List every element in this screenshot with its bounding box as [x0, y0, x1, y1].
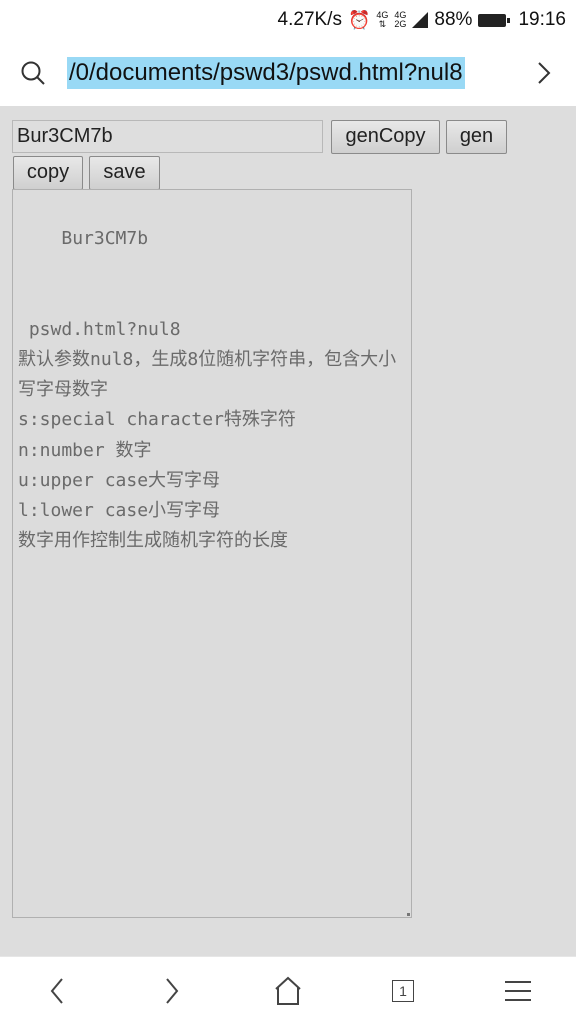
tabs-count: 1 [392, 980, 414, 1002]
forward-icon[interactable] [155, 975, 191, 1007]
tabs-icon[interactable]: 1 [384, 975, 420, 1007]
status-bar: 4.27K/s ⏰ 4G ⇅ 4G 2G 88% 19:16 [0, 0, 576, 40]
clock-time: 19:16 [518, 9, 566, 30]
back-icon[interactable] [40, 975, 76, 1007]
bottom-navigation: 1 [0, 956, 576, 1025]
resize-handle[interactable] [407, 913, 410, 916]
home-icon[interactable] [270, 975, 306, 1007]
network-type-sub: 2G [394, 19, 407, 29]
chevron-right-icon[interactable] [536, 60, 552, 86]
address-bar[interactable]: /0/documents/pswd3/pswd.html?nul8 [0, 40, 576, 106]
battery-icon [478, 13, 511, 27]
gencopy-button[interactable]: genCopy [331, 120, 440, 154]
save-button[interactable]: save [89, 156, 160, 190]
url-text[interactable]: /0/documents/pswd3/pswd.html?nul8 [67, 57, 465, 89]
network-type-indicator-2: 4G 2G [394, 11, 406, 29]
network-type-indicator: 4G ⇅ [376, 11, 388, 29]
output-textarea[interactable]: Bur3CM7b pswd.html?nul8 默认参数nul8，生成8位随机字… [12, 189, 412, 918]
network-speed: 4.27K/s [277, 9, 342, 30]
textarea-content: Bur3CM7b pswd.html?nul8 默认参数nul8，生成8位随机字… [18, 228, 397, 552]
gen-button[interactable]: gen [446, 120, 507, 154]
battery-percent: 88% [434, 9, 473, 30]
copy-button[interactable]: copy [13, 156, 83, 190]
search-icon[interactable] [20, 60, 46, 86]
network-arrows-icon: ⇅ [378, 19, 387, 29]
menu-icon[interactable] [500, 975, 536, 1007]
page-content: Bur3CM7b genCopy gen copy save Bur3CM7b … [0, 106, 576, 956]
signal-strength-icon [412, 12, 429, 28]
alarm-clock-icon: ⏰ [347, 9, 371, 30]
password-input[interactable]: Bur3CM7b [12, 120, 323, 153]
